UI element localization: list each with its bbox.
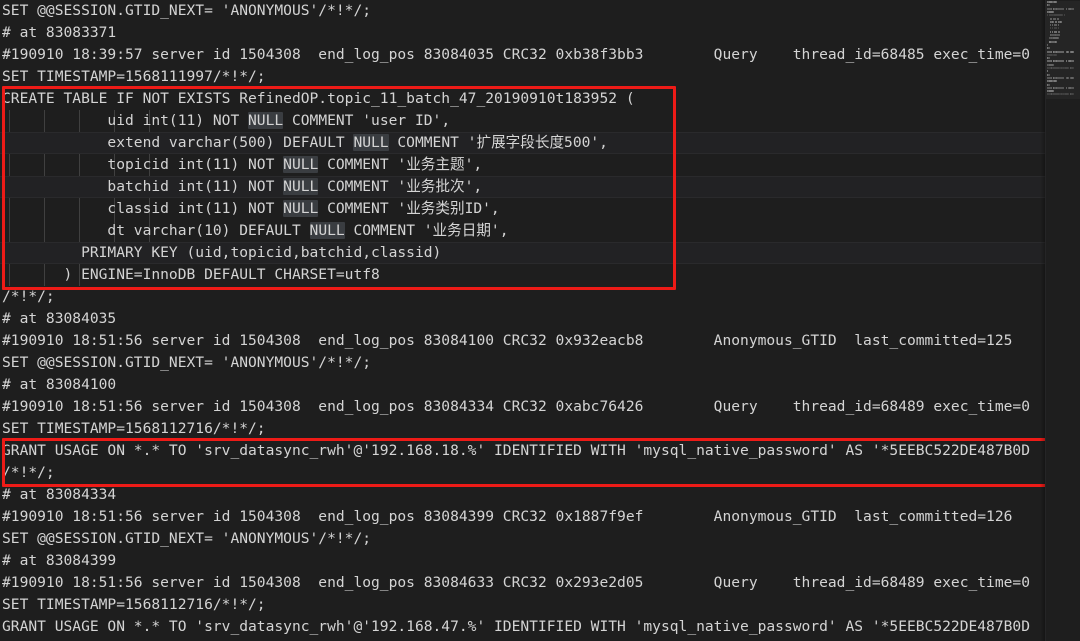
- minimap-line: [1058, 34, 1060, 36]
- code-line[interactable]: # at 83084035: [2, 308, 116, 330]
- occurrence-highlight: NULL: [309, 222, 345, 239]
- minimap-line: [1052, 80, 1057, 83]
- code-line[interactable]: #190910 18:39:57 server id 1504308 end_l…: [2, 44, 1030, 66]
- minimap-line: [1061, 76, 1065, 79]
- minimap-line: [1052, 1, 1057, 3]
- minimap[interactable]: [1045, 0, 1080, 641]
- code-line[interactable]: # at 83084334: [2, 484, 116, 506]
- minimap-line: [1058, 17, 1060, 20]
- minimap-line: [1048, 73, 1051, 76]
- code-line[interactable]: SET TIMESTAMP=1568112716/*!*/;: [2, 594, 266, 616]
- code-line[interactable]: # at 83084100: [2, 374, 116, 396]
- occurrence-highlight: NULL: [283, 156, 319, 173]
- code-line[interactable]: #190910 18:51:56 server id 1504308 end_l…: [2, 572, 1030, 594]
- code-line[interactable]: /*!*/;: [2, 286, 55, 308]
- code-line[interactable]: GRANT USAGE ON *.* TO 'srv_datasync_rwh'…: [2, 616, 1030, 638]
- code-line[interactable]: # at 83083371: [2, 22, 116, 44]
- code-line[interactable]: SET @@SESSION.GTID_NEXT= 'ANONYMOUS'/*!*…: [2, 528, 371, 550]
- code-line[interactable]: GRANT USAGE ON *.* TO 'srv_datasync_rwh'…: [2, 440, 1030, 462]
- minimap-line: [1048, 83, 1051, 86]
- minimap-line: [1052, 53, 1057, 56]
- minimap-line: [1047, 90, 1055, 93]
- minimap-line: [1053, 14, 1064, 17]
- minimap-line: [1069, 76, 1074, 79]
- code-line[interactable]: topicid int(11) NOT NULL COMMENT '业务主题',: [2, 154, 482, 176]
- minimap-line: [1054, 40, 1058, 43]
- code-editor[interactable]: SET @@SESSION.GTID_NEXT= 'ANONYMOUS'/*!*…: [0, 0, 1080, 641]
- code-line[interactable]: SET @@SESSION.GTID_NEXT= 'ANONYMOUS'/*!*…: [2, 0, 371, 22]
- minimap-line: [1069, 50, 1074, 53]
- code-line[interactable]: dt varchar(10) DEFAULT NULL COMMENT '业务日…: [2, 220, 509, 242]
- minimap-line: [1059, 20, 1063, 23]
- code-line[interactable]: /*!*/;: [2, 462, 55, 484]
- minimap-line: [1061, 7, 1065, 10]
- code-line[interactable]: batchid int(11) NOT NULL COMMENT '业务批次',: [2, 176, 482, 198]
- code-text-area[interactable]: SET @@SESSION.GTID_NEXT= 'ANONYMOUS'/*!*…: [0, 0, 1046, 641]
- code-line[interactable]: SET TIMESTAMP=1568112716/*!*/;: [2, 418, 266, 440]
- minimap-line: [1063, 67, 1070, 69]
- code-line[interactable]: PRIMARY KEY (uid,topicid,batchid,classid…: [2, 242, 441, 264]
- code-line[interactable]: classid int(11) NOT NULL COMMENT '业务类别ID…: [2, 198, 500, 220]
- code-line[interactable]: uid int(11) NOT NULL COMMENT 'user ID',: [2, 110, 450, 132]
- occurrence-highlight: NULL: [283, 200, 319, 217]
- occurrence-highlight: NULL: [353, 134, 389, 151]
- minimap-line: [1051, 37, 1059, 40]
- occurrence-highlight: NULL: [248, 112, 284, 129]
- minimap-line: [1066, 50, 1070, 53]
- minimap-line: [1063, 14, 1065, 17]
- minimap-line: [1047, 10, 1055, 13]
- code-line[interactable]: #190910 18:51:56 server id 1504308 end_l…: [2, 330, 1012, 352]
- minimap-line: [1057, 30, 1060, 33]
- minimap-line: [1047, 1, 1053, 3]
- code-line[interactable]: SET @@SESSION.GTID_NEXT= 'ANONYMOUS'/*!*…: [2, 352, 371, 374]
- minimap-line: [1051, 20, 1055, 23]
- minimap-line: [1047, 80, 1053, 83]
- code-line[interactable]: CREATE TABLE IF NOT EXISTS RefinedOP.top…: [2, 88, 635, 110]
- code-line[interactable]: #190910 18:51:56 server id 1504308 end_l…: [2, 506, 1012, 528]
- minimap-line: [1052, 67, 1060, 69]
- occurrence-highlight: NULL: [283, 178, 319, 195]
- minimap-line: [1061, 50, 1065, 53]
- minimap-line: [1047, 53, 1053, 56]
- minimap-line: [1066, 76, 1070, 79]
- minimap-line: [1047, 63, 1055, 66]
- code-line[interactable]: #190910 18:51:56 server id 1504308 end_l…: [2, 396, 1030, 418]
- code-line[interactable]: SET TIMESTAMP=1568111997/*!*/;: [2, 66, 266, 88]
- code-line[interactable]: ) ENGINE=InnoDB DEFAULT CHARSET=utf8: [2, 264, 380, 286]
- code-line[interactable]: # at 83084399: [2, 550, 116, 572]
- code-line[interactable]: extend varchar(500) DEFAULT NULL COMMENT…: [2, 132, 608, 154]
- minimap-line: [1061, 86, 1065, 89]
